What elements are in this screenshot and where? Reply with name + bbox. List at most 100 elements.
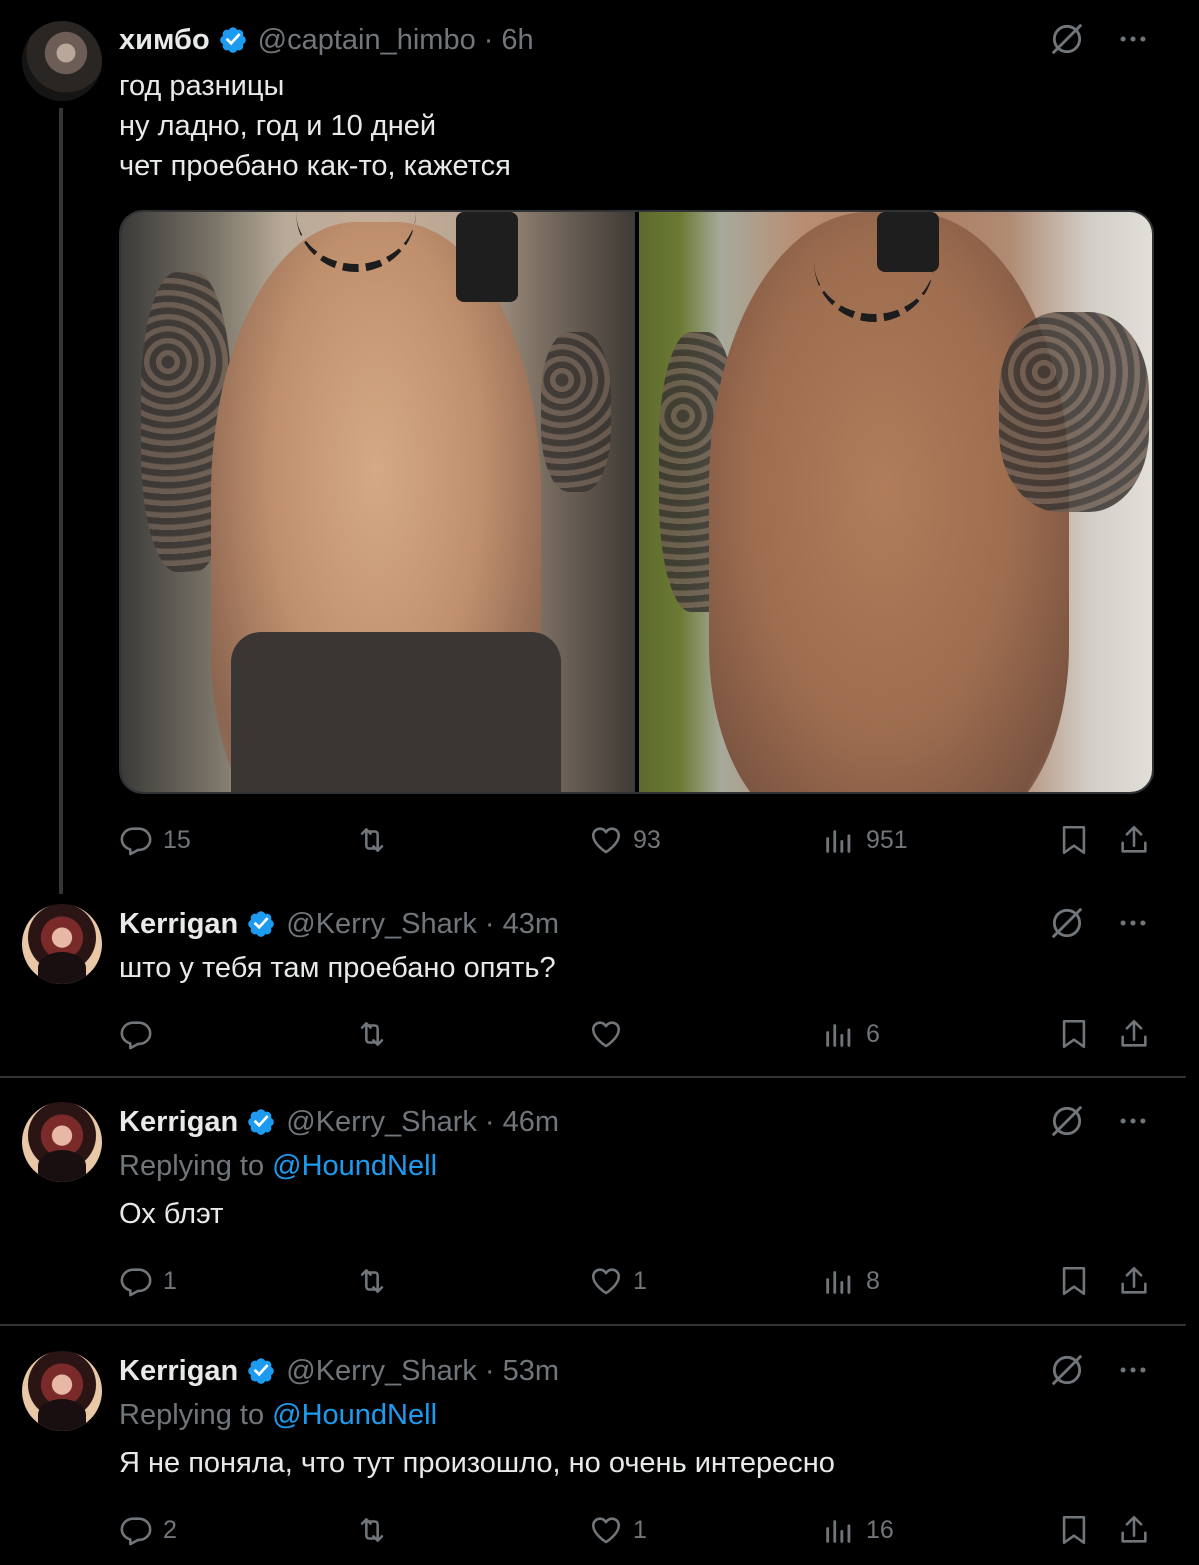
like-count: 93 (633, 825, 661, 854)
bookmark-button[interactable] (1057, 1510, 1091, 1550)
avatar[interactable] (22, 1102, 102, 1182)
tweet-actions: 1 1 8 (119, 1261, 1159, 1301)
avatar[interactable] (22, 21, 102, 101)
separator: · (484, 907, 495, 940)
handle[interactable]: @Kerry_Shark (286, 1355, 477, 1388)
thread-line (59, 108, 63, 894)
tweet-4[interactable]: Kerrigan @Kerry_Shark · 53m Replying to … (0, 1326, 1186, 1565)
display-name[interactable]: Kerrigan (119, 908, 238, 941)
handle[interactable]: @Kerry_Shark (286, 908, 477, 941)
like-icon (589, 1264, 623, 1298)
verified-badge-icon (246, 1107, 276, 1137)
timestamp[interactable]: 6h (501, 24, 533, 57)
replying-to: Replying to @HoundNell (119, 1395, 1166, 1435)
share-button[interactable] (1117, 1510, 1151, 1550)
display-name[interactable]: Kerrigan (119, 1355, 238, 1388)
retweet-icon (355, 823, 389, 857)
retweet-button[interactable] (355, 1014, 399, 1054)
tweet-header: Kerrigan @Kerry_Shark · 43m (119, 906, 1166, 942)
tweet-text: што у тебя там проебано опять? (119, 952, 556, 984)
timestamp[interactable]: 53m (503, 1355, 559, 1388)
grok-icon[interactable] (1048, 1102, 1086, 1140)
reply-count: 1 (163, 1266, 177, 1295)
replying-prefix: Replying to (119, 1150, 265, 1182)
bookmark-button[interactable] (1057, 1261, 1091, 1301)
reply-button[interactable]: 15 (119, 820, 191, 860)
mention-link[interactable]: @HoundNell (272, 1399, 437, 1431)
tweet-actions: 15 93 951 (119, 820, 1159, 860)
grok-icon[interactable] (1048, 904, 1086, 942)
views-count: 16 (866, 1515, 894, 1544)
reply-icon (119, 823, 153, 857)
tweet-1[interactable]: химбо @captain_himbo · 6h год разницы ну… (0, 0, 1186, 900)
retweet-icon (355, 1264, 389, 1298)
tweet-header: химбо @captain_himbo · 6h (119, 22, 1166, 58)
replying-prefix: Replying to (119, 1399, 265, 1431)
retweet-button[interactable] (355, 1261, 399, 1301)
display-name[interactable]: Kerrigan (119, 1106, 238, 1139)
grok-icon[interactable] (1048, 1351, 1086, 1389)
views-icon (822, 1017, 856, 1051)
bookmark-button[interactable] (1057, 820, 1091, 860)
retweet-button[interactable] (355, 1510, 399, 1550)
timestamp[interactable]: 46m (503, 1106, 559, 1139)
more-icon[interactable] (1116, 22, 1150, 56)
more-icon[interactable] (1116, 1353, 1150, 1387)
views-button[interactable]: 8 (822, 1261, 880, 1301)
more-icon[interactable] (1116, 1104, 1150, 1138)
avatar[interactable] (22, 904, 102, 984)
views-button[interactable]: 951 (822, 820, 908, 860)
separator: · (484, 1105, 495, 1138)
views-button[interactable]: 16 (822, 1510, 894, 1550)
avatar[interactable] (22, 1351, 102, 1431)
views-icon (822, 1264, 856, 1298)
mention-link[interactable]: @HoundNell (272, 1150, 437, 1182)
reply-button[interactable]: 1 (119, 1261, 177, 1301)
handle[interactable]: @captain_himbo (258, 24, 476, 57)
views-count: 951 (866, 825, 908, 854)
views-button[interactable]: 6 (822, 1014, 880, 1054)
views-icon (822, 1513, 856, 1547)
like-icon (589, 1513, 623, 1547)
share-icon (1117, 1264, 1151, 1298)
like-button[interactable]: 1 (589, 1510, 647, 1550)
media-photo-before[interactable] (121, 212, 635, 792)
bookmark-button[interactable] (1057, 1014, 1091, 1054)
share-button[interactable] (1117, 1261, 1151, 1301)
views-count: 8 (866, 1266, 880, 1295)
like-count: 1 (633, 1515, 647, 1544)
tweet-header: Kerrigan @Kerry_Shark · 46m (119, 1104, 1166, 1140)
reply-button[interactable] (119, 1014, 163, 1054)
replying-to: Replying to @HoundNell (119, 1146, 1166, 1186)
media-photo-after[interactable] (638, 212, 1152, 792)
tweet-actions: 6 (119, 1014, 1159, 1054)
display-name[interactable]: химбо (119, 24, 210, 57)
tweet-text: Я не поняла, что тут произошло, но очень… (119, 1447, 835, 1479)
like-icon (589, 1017, 623, 1051)
retweet-icon (355, 1513, 389, 1547)
bookmark-icon (1057, 823, 1091, 857)
share-icon (1117, 823, 1151, 857)
reply-count: 2 (163, 1515, 177, 1544)
handle[interactable]: @Kerry_Shark (286, 1106, 477, 1139)
like-button[interactable]: 1 (589, 1261, 647, 1301)
views-icon (822, 823, 856, 857)
tweet-media[interactable] (119, 210, 1154, 794)
bookmark-icon (1057, 1513, 1091, 1547)
like-button[interactable] (589, 1014, 633, 1054)
separator: · (483, 23, 494, 56)
tweet-2[interactable]: Kerrigan @Kerry_Shark · 43m што у тебя т… (0, 900, 1186, 1076)
share-button[interactable] (1117, 1014, 1151, 1054)
share-button[interactable] (1117, 820, 1151, 860)
more-icon[interactable] (1116, 906, 1150, 940)
like-button[interactable]: 93 (589, 820, 661, 860)
grok-icon[interactable] (1048, 20, 1086, 58)
reply-count: 15 (163, 825, 191, 854)
reply-button[interactable]: 2 (119, 1510, 177, 1550)
timestamp[interactable]: 43m (503, 908, 559, 941)
views-count: 6 (866, 1019, 880, 1048)
tweet-3[interactable]: Kerrigan @Kerry_Shark · 46m Replying to … (0, 1078, 1186, 1324)
share-icon (1117, 1017, 1151, 1051)
retweet-button[interactable] (355, 820, 399, 860)
tweet-text: год разницы ну ладно, год и 10 дней чет … (119, 70, 511, 182)
